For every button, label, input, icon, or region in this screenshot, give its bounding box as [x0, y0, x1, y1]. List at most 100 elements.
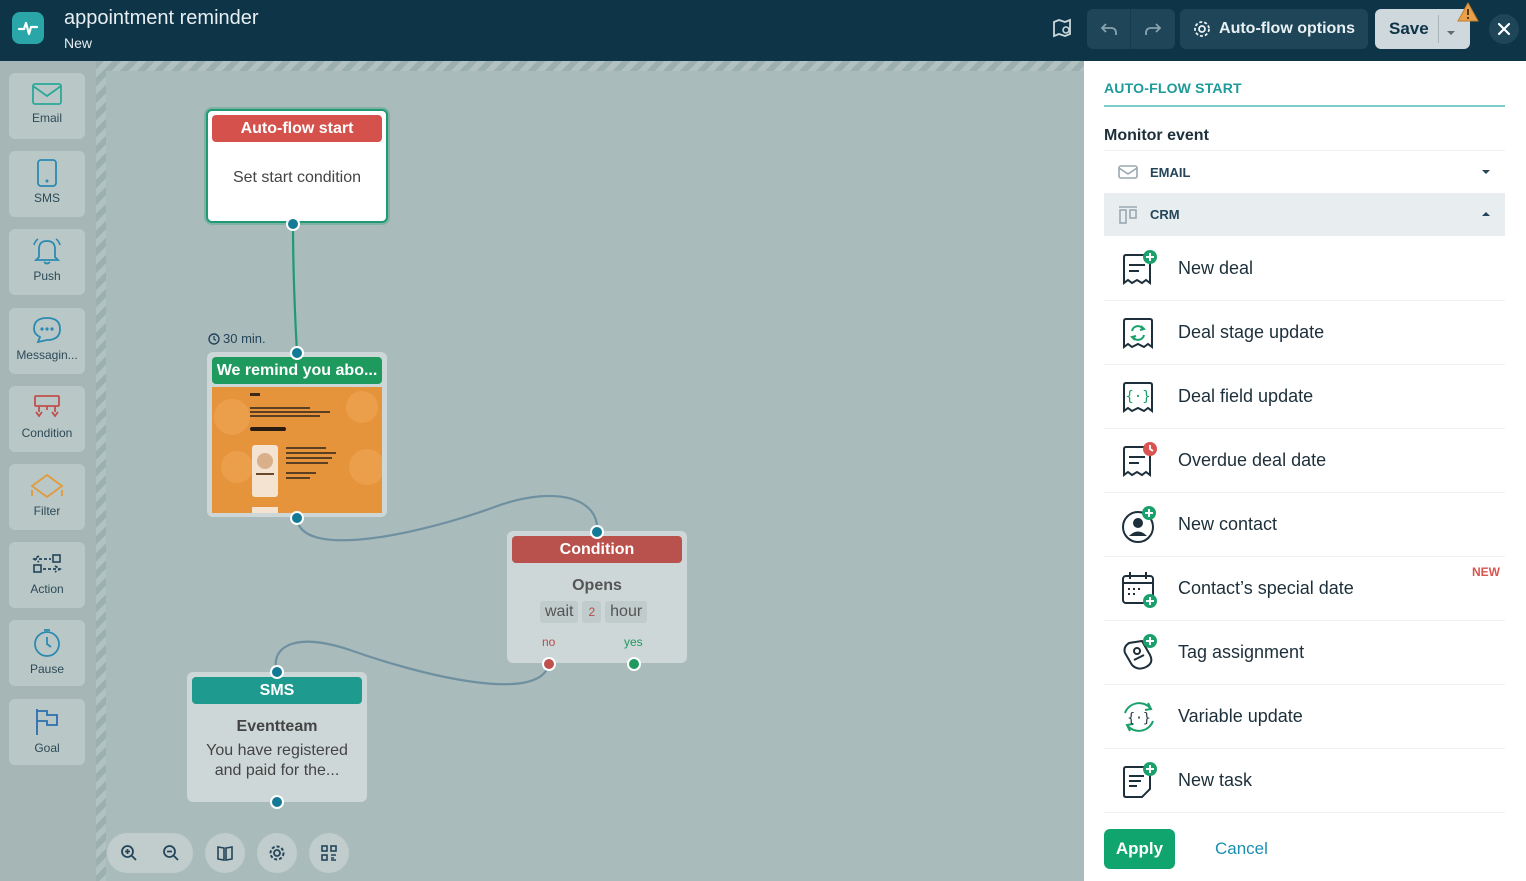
close-button[interactable] [1489, 14, 1519, 44]
save-label: Save [1389, 19, 1429, 38]
panel-title-underline [1104, 105, 1505, 107]
zoom-group [107, 833, 193, 873]
wait-label: wait [540, 601, 579, 623]
undo-button[interactable] [1087, 9, 1131, 49]
new-contact-icon [1120, 505, 1158, 545]
guide-button[interactable] [205, 833, 245, 873]
deal-field-update-icon: {·} [1120, 377, 1158, 417]
sms-node-header: SMS [192, 677, 362, 704]
event-item-new-deal[interactable]: New deal [1104, 237, 1505, 301]
event-label: Contact’s special date [1178, 578, 1354, 598]
category-email-label: EMAIL [1150, 164, 1191, 180]
event-label: Tag assignment [1178, 642, 1305, 662]
delay-text: 30 min. [223, 331, 266, 346]
redo-icon [1145, 23, 1162, 35]
email-node[interactable]: We remind you abo... [207, 352, 387, 517]
undo-redo-group [1087, 9, 1175, 49]
condition-no-port[interactable] [542, 657, 556, 671]
zoom-in-icon [121, 845, 137, 861]
autoflow-options-label: Auto-flow options [1219, 20, 1355, 37]
svg-text:{·}: {·} [1127, 711, 1150, 726]
branch-no-label: no [542, 635, 556, 649]
condition-input-port[interactable] [590, 525, 604, 539]
category-crm-label: CRM [1150, 207, 1180, 222]
crm-event-list: New deal Deal stage update {·} Deal fiel… [1104, 237, 1505, 819]
chevron-down-icon [1447, 31, 1455, 35]
start-node-header: Auto-flow start [212, 115, 382, 142]
sms-body-preview: You have registered and paid for the... [206, 742, 348, 779]
email-preview-thumbnail [212, 387, 382, 513]
email-node-header: We remind you abo... [212, 357, 382, 384]
email-input-port[interactable] [290, 346, 304, 360]
category-email[interactable]: EMAIL [1104, 150, 1505, 193]
monitor-event-label: Monitor event [1104, 127, 1209, 144]
zoom-out-button[interactable] [154, 836, 188, 870]
redo-button[interactable] [1131, 9, 1175, 49]
branch-yes-label: yes [624, 635, 643, 649]
event-label: Deal stage update [1178, 322, 1325, 342]
condition-title: Opens [572, 577, 622, 594]
crm-columns-icon [1119, 205, 1137, 224]
event-item-contacts-special-date[interactable]: Contact’s special date NEW [1104, 557, 1505, 621]
event-item-overdue-deal-date[interactable]: Overdue deal date [1104, 429, 1505, 493]
deal-stage-update-icon [1120, 313, 1158, 353]
autoflow-start-panel: AUTO-FLOW START Monitor event EMAIL CRM … [1084, 61, 1526, 881]
canvas-settings-button[interactable] [257, 833, 297, 873]
gear-icon [1194, 21, 1210, 37]
condition-node[interactable]: Condition Opens wait 2 hour no yes [507, 531, 687, 663]
start-output-port[interactable] [286, 217, 300, 231]
event-label: New deal [1178, 258, 1254, 278]
save-divider [1438, 15, 1439, 43]
condition-wait: wait 2 hour [540, 601, 648, 623]
event-label: Variable update [1178, 706, 1303, 726]
clock-icon [208, 332, 220, 345]
caret-down-icon [1482, 170, 1490, 174]
delay-label[interactable]: 30 min. [208, 331, 266, 346]
minimap-button[interactable] [309, 833, 349, 873]
start-condition-text: Set start condition [232, 169, 362, 186]
canvas-controls [107, 833, 349, 873]
event-item-deal-field-update[interactable]: {·} Deal field update [1104, 365, 1505, 429]
event-item-deal-stage-update[interactable]: Deal stage update [1104, 301, 1505, 365]
grid-icon [321, 845, 337, 861]
autoflow-start-node[interactable]: Auto-flow start Set start condition [206, 109, 388, 223]
event-label: New contact [1178, 514, 1278, 534]
condition-yes-port[interactable] [627, 657, 641, 671]
email-output-port[interactable] [290, 511, 304, 525]
event-label: Overdue deal date [1178, 450, 1327, 470]
event-item-variable-update[interactable]: {·} Variable update [1104, 685, 1505, 749]
autoflow-options-button[interactable]: Auto-flow options [1180, 9, 1368, 49]
overdue-deal-date-icon [1120, 441, 1158, 481]
svg-text:{·}: {·} [1125, 389, 1150, 405]
calendar-plus-icon [1120, 569, 1158, 609]
cancel-button[interactable]: Cancel [1215, 829, 1268, 869]
apply-button[interactable]: Apply [1104, 829, 1175, 869]
flow-connections [274, 223, 599, 686]
event-item-new-contact[interactable]: New contact [1104, 493, 1505, 557]
close-icon [1497, 22, 1511, 36]
wait-value: 2 [582, 601, 602, 623]
event-item-tag-assignment[interactable]: Tag assignment [1104, 621, 1505, 685]
sms-input-port[interactable] [270, 665, 284, 679]
panel-title: AUTO-FLOW START [1104, 80, 1242, 96]
new-badge: NEW [1472, 565, 1500, 579]
panel-footer: Apply Cancel [1084, 819, 1526, 881]
variable-update-icon: {·} [1120, 697, 1158, 737]
tag-icon [1120, 633, 1158, 673]
event-label: Deal field update [1178, 386, 1314, 406]
book-icon [217, 846, 233, 861]
undo-icon [1100, 23, 1117, 35]
condition-node-header: Condition [512, 536, 682, 563]
sms-output-port[interactable] [270, 795, 284, 809]
event-label: New task [1178, 770, 1253, 790]
envelope-icon [1118, 165, 1138, 179]
wait-unit: hour [605, 601, 648, 623]
event-item-new-task[interactable]: New task [1104, 749, 1505, 813]
zoom-in-button[interactable] [112, 836, 146, 870]
caret-up-icon [1482, 212, 1490, 216]
zoom-out-icon [163, 845, 179, 861]
category-crm[interactable]: CRM [1104, 193, 1505, 236]
sms-node[interactable]: SMS Eventteam You have registered and pa… [187, 672, 367, 802]
warning-icon[interactable] [1456, 1, 1480, 28]
sms-sender: Eventteam [236, 718, 318, 735]
